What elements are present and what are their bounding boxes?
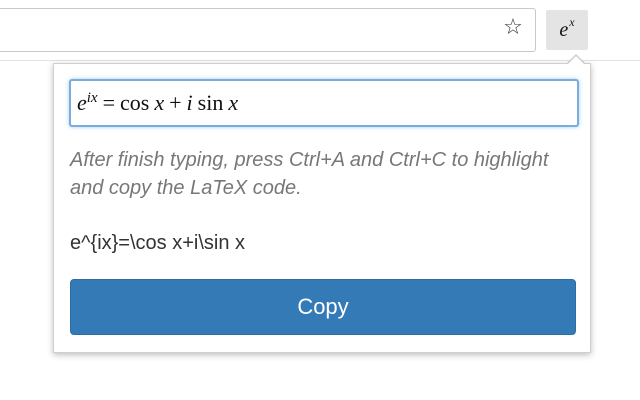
browser-toolbar: ☆ ex [0,0,640,62]
help-text: After finish typing, press Ctrl+A and Ct… [70,149,549,199]
math-sin: sin [197,90,224,115]
math-i: i [186,90,193,115]
bookmark-star-icon[interactable]: ☆ [500,15,526,41]
extension-popup: e ix = cos x + i sin x After finish typing, pres… [53,63,591,353]
latex-extension-button[interactable]: ex [546,10,588,50]
math-equals: = [102,90,116,115]
math-input-field[interactable]: e ix = cos x + i sin x [69,79,579,127]
math-exponent: ix [86,89,98,106]
toolbar-divider [0,60,640,61]
extension-icon-superscript: x [569,14,575,29]
math-cos: cos [120,90,150,115]
math-plus: + [169,90,182,115]
copy-button[interactable]: Copy [70,279,576,335]
latex-code-output: e^{ix}=\cos x+i\sin x [70,232,246,254]
extension-icon-base: e [559,18,569,41]
math-e: e [77,90,87,115]
address-bar[interactable] [0,8,536,52]
math-x1: x [154,90,165,115]
math-x2: x [228,90,239,115]
popup-arrow-inner [567,56,585,65]
